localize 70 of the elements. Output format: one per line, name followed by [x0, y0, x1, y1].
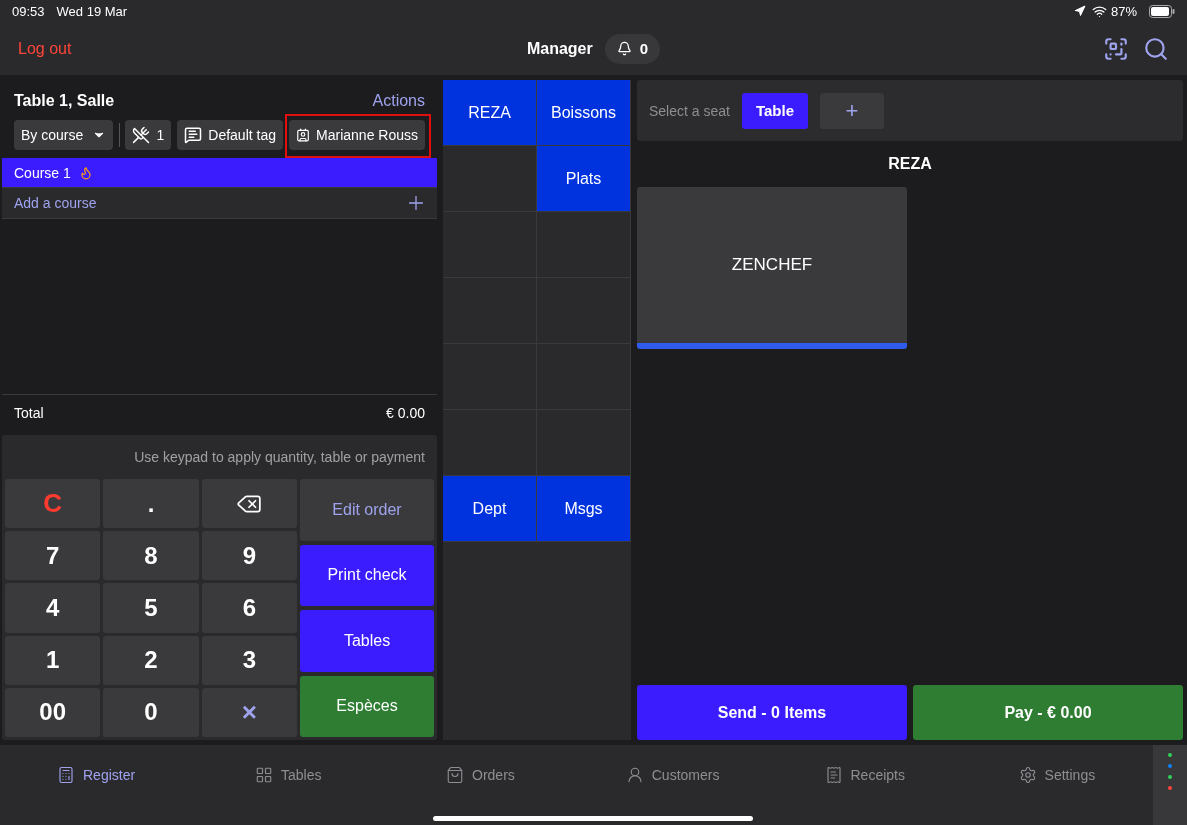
covers-button[interactable]: 1 — [125, 120, 172, 150]
backspace-key[interactable] — [201, 479, 297, 529]
bell-icon — [616, 41, 632, 56]
actions-link[interactable]: Actions — [372, 92, 425, 110]
keypad-key[interactable]: 5 — [103, 583, 199, 633]
notifications-button[interactable]: 0 — [604, 33, 661, 64]
action-button[interactable]: Tables — [300, 610, 434, 672]
customer-button[interactable]: Marianne Rouss — [289, 120, 425, 150]
multiply-key[interactable]: × — [201, 687, 297, 737]
keypad-key[interactable]: 2 — [103, 635, 199, 685]
keypad-key[interactable]: 9 — [201, 531, 297, 581]
keypad-key[interactable]: 3 — [201, 635, 297, 685]
total-label: Total — [14, 404, 44, 421]
keypad-key[interactable]: 7 — [5, 531, 101, 581]
nav-tab[interactable]: Customers — [576, 765, 769, 785]
action-button[interactable]: Espèces — [300, 675, 434, 737]
person-icon — [625, 766, 644, 784]
settings-icon — [1018, 766, 1037, 784]
battery-level: 87% — [1110, 3, 1137, 19]
nav-tab[interactable]: Orders — [384, 765, 577, 785]
receipt-icon — [824, 766, 843, 784]
cash-register-icon — [57, 766, 75, 784]
action-button[interactable]: Print check — [300, 544, 434, 606]
order-title: Table 1, Salle — [14, 92, 115, 110]
status-date: Wed 19 Mar — [56, 3, 128, 19]
category-button[interactable]: REZA — [443, 80, 537, 146]
location-icon — [1073, 5, 1086, 17]
keypad-key[interactable]: 0 — [103, 687, 199, 737]
action-button[interactable]: Edit order — [300, 479, 434, 541]
status-time: 09:53 — [12, 3, 45, 19]
course-row[interactable]: Course 1 — [2, 158, 437, 188]
keypad-key[interactable]: 6 — [201, 583, 297, 633]
add-seat-button[interactable]: + — [820, 92, 884, 129]
keypad-key[interactable]: 00 — [5, 687, 101, 737]
message-icon — [184, 126, 203, 144]
status-dots-icon — [1168, 753, 1172, 793]
nav-tab[interactable]: Register — [0, 765, 193, 785]
seat-button[interactable]: Table — [741, 92, 808, 129]
qr-scan-icon[interactable] — [1103, 35, 1129, 62]
keypad-key[interactable]: 1 — [5, 635, 101, 685]
search-icon[interactable] — [1143, 35, 1169, 62]
seat-prompt: Select a seat — [649, 102, 730, 119]
contact-card-icon — [296, 126, 311, 144]
send-button[interactable]: Send - 0 Items — [637, 685, 907, 740]
nav-tab[interactable]: Receipts — [768, 765, 961, 785]
category-button[interactable]: Msgs — [537, 476, 631, 542]
tag-button[interactable]: Default tag — [177, 120, 283, 150]
pay-button[interactable]: Pay - € 0.00 — [913, 685, 1183, 740]
category-button[interactable]: Plats — [537, 146, 631, 212]
category-button[interactable]: Dept — [443, 476, 537, 542]
add-course-row[interactable]: Add a course — [2, 188, 437, 219]
logout-link[interactable]: Log out — [18, 39, 72, 58]
cutlery-icon — [132, 126, 151, 144]
keypad-key[interactable]: 8 — [103, 531, 199, 581]
keypad-key[interactable]: . — [103, 479, 199, 529]
mode-dropdown[interactable]: By course — [14, 120, 113, 150]
wifi-icon — [1091, 3, 1107, 19]
category-button[interactable]: Boissons — [537, 80, 631, 146]
total-amount: € 0.00 — [386, 404, 425, 421]
nav-tab[interactable]: Settings — [960, 765, 1153, 785]
keypad-hint: Use keypad to apply quantity, table or payment — [133, 448, 426, 467]
battery-icon — [1149, 4, 1175, 18]
header-title: Manager — [526, 39, 593, 58]
product-tile[interactable]: ZENCHEF — [637, 187, 907, 349]
flame-icon — [78, 165, 93, 180]
nav-tab[interactable]: Tables — [192, 765, 385, 785]
keypad-key[interactable]: 4 — [5, 583, 101, 633]
bag-icon — [446, 766, 464, 784]
grid-icon — [255, 766, 273, 784]
products-title: REZA — [887, 154, 933, 174]
